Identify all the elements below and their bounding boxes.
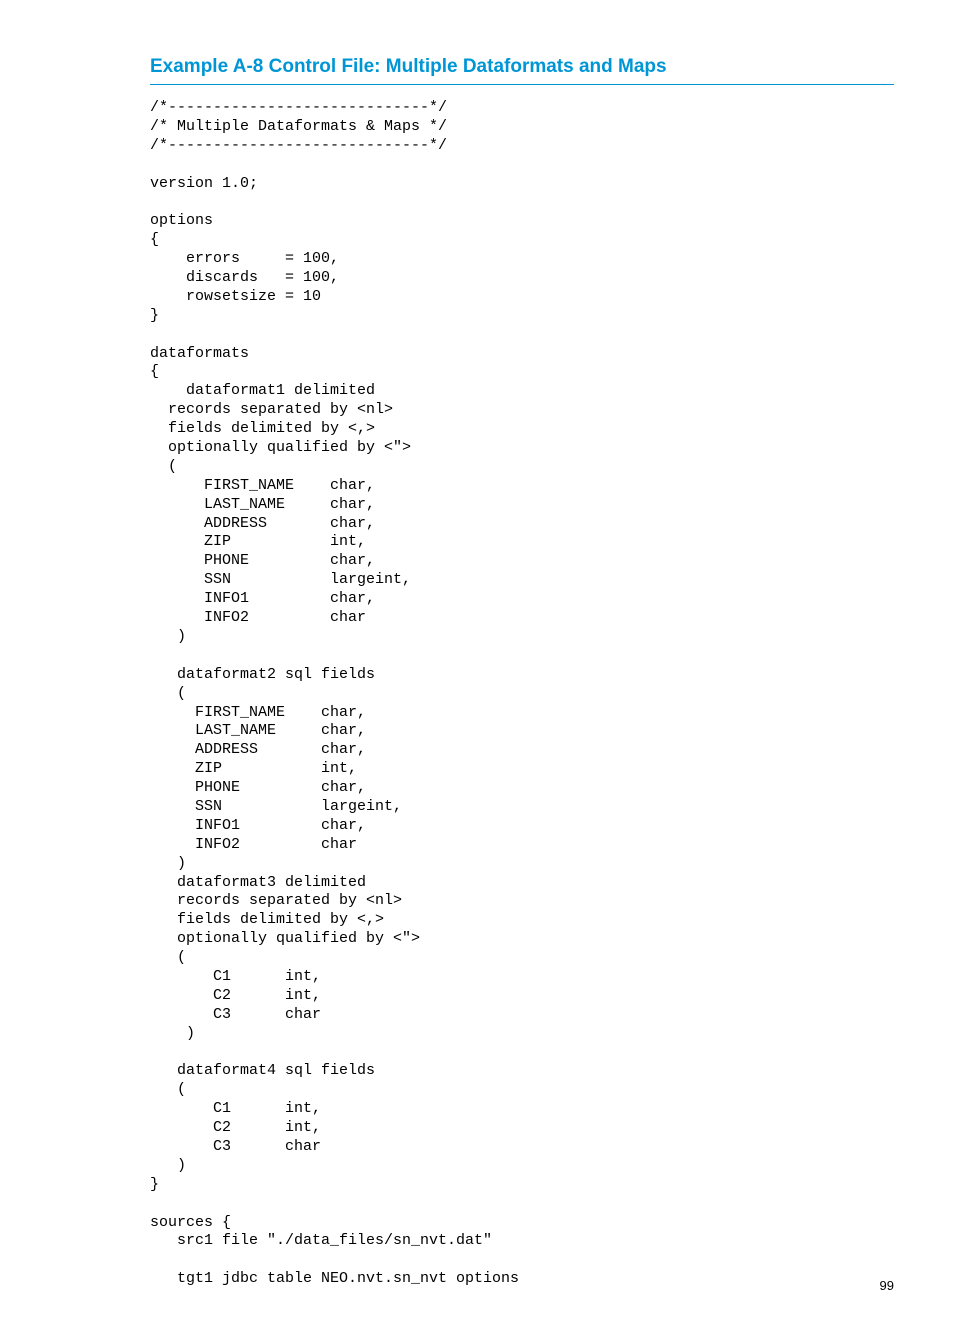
code-block: /*-----------------------------*/ /* Mul… (150, 99, 894, 1289)
example-heading: Example A-8 Control File: Multiple Dataf… (150, 56, 894, 78)
heading-rule (150, 84, 894, 85)
page-number: 99 (880, 1278, 894, 1293)
page: Example A-8 Control File: Multiple Dataf… (0, 0, 954, 1319)
